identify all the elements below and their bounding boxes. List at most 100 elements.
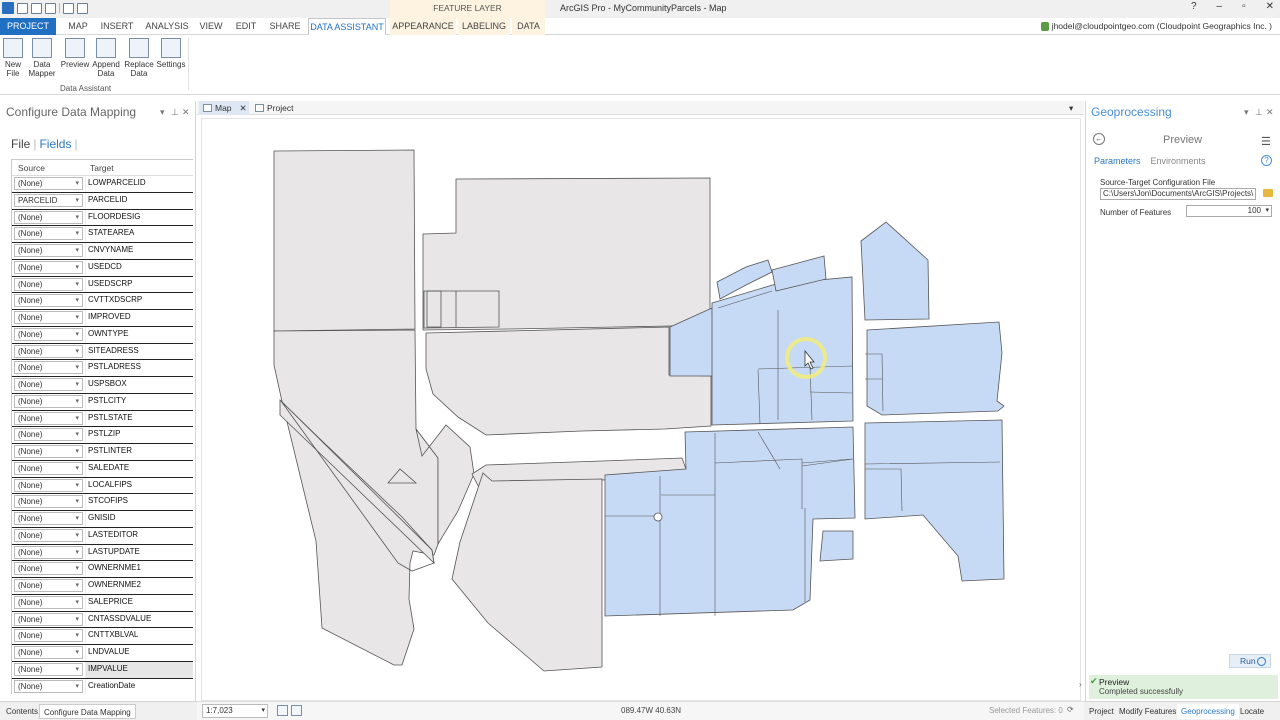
source-field-dropdown[interactable]: (None)	[14, 528, 83, 542]
mapping-row[interactable]: (None) CreationDate	[12, 678, 193, 694]
close-tab-icon[interactable]: ✕	[240, 103, 247, 113]
open-project-icon[interactable]	[31, 2, 42, 14]
mapping-row[interactable]: (None) IMPROVED	[12, 310, 193, 327]
minimize-icon[interactable]: –	[1217, 1, 1223, 12]
tab-project[interactable]: PROJECT	[0, 18, 56, 35]
browse-folder-icon[interactable]	[1263, 189, 1273, 197]
mapping-row[interactable]: (None) CNTTXBLVAL	[12, 628, 193, 645]
parcel[interactable]	[451, 472, 603, 672]
source-field-dropdown[interactable]: (None)	[14, 679, 83, 693]
mapping-row[interactable]: (None) GNISID	[12, 511, 193, 528]
append-data-button[interactable]: Append Data	[91, 38, 121, 78]
mapping-row[interactable]: (None) PSTLZIP	[12, 427, 193, 444]
source-field-dropdown[interactable]: (None)	[14, 478, 83, 492]
mapping-row[interactable]: (None) PSTLINTER	[12, 444, 193, 461]
refresh-icon[interactable]: ⟳	[1067, 705, 1078, 716]
source-field-dropdown[interactable]: (None)	[14, 579, 83, 592]
close-icon[interactable]: ✕	[1266, 1, 1274, 12]
new-file-button[interactable]: New File	[2, 38, 24, 78]
tab-analysis[interactable]: ANALYSIS	[143, 18, 191, 35]
chevron-down-icon[interactable]: ▾	[1265, 206, 1269, 216]
source-field-dropdown[interactable]: (None)	[14, 260, 83, 274]
run-button[interactable]: Run	[1229, 654, 1271, 668]
source-field-dropdown[interactable]: (None)	[14, 361, 83, 375]
source-field-dropdown[interactable]: (None)	[14, 294, 83, 308]
mapping-row[interactable]: (None) PSTLADRESS	[12, 360, 193, 377]
chevron-right-icon[interactable]: ›	[1079, 680, 1082, 689]
replace-data-button[interactable]: Replace Data	[124, 38, 154, 78]
mapping-row[interactable]: (None) CVTTXDSCRP	[12, 293, 193, 310]
tab-file[interactable]: File	[11, 137, 30, 151]
tab-project-pane[interactable]: Project	[1085, 704, 1118, 719]
tab-geoprocessing[interactable]: Geoprocessing	[1177, 704, 1239, 719]
source-field-dropdown[interactable]: (None)	[14, 595, 83, 609]
pane-close-icon[interactable]: ✕	[1266, 107, 1274, 118]
mapping-row[interactable]: PARCELID PARCELID	[12, 192, 193, 210]
pin-icon[interactable]: ⊥	[1255, 107, 1263, 118]
source-field-dropdown[interactable]: (None)	[14, 612, 83, 626]
mapping-row[interactable]: (None) OWNERNME2	[12, 578, 193, 595]
tab-share[interactable]: SHARE	[268, 18, 302, 35]
source-field-dropdown[interactable]: (None)	[14, 411, 83, 425]
source-field-dropdown[interactable]: (None)	[14, 210, 83, 224]
mapping-row[interactable]: (None) SALEDATE	[12, 460, 193, 478]
selected-parcel[interactable]	[860, 221, 930, 321]
menu-icon[interactable]: ☰	[1261, 135, 1271, 148]
tab-configure-data-mapping[interactable]: Configure Data Mapping	[39, 704, 136, 719]
source-field-dropdown[interactable]: PARCELID	[14, 193, 83, 207]
tab-contents[interactable]: Contents	[2, 704, 42, 719]
selected-parcel[interactable]	[604, 426, 856, 617]
source-field-dropdown[interactable]: (None)	[14, 344, 83, 358]
undo-icon[interactable]	[63, 2, 74, 14]
user-account[interactable]: jhodel@cloudpointgeo.com (Cloudpoint Geo…	[1040, 21, 1272, 31]
mapping-row[interactable]: (None) SITEADRESS	[12, 343, 193, 361]
tab-environments[interactable]: Environments	[1151, 156, 1206, 166]
save-icon[interactable]	[45, 2, 56, 14]
source-field-dropdown[interactable]: (None)	[14, 545, 83, 559]
mapping-row[interactable]: (None) PSTLSTATE	[12, 410, 193, 428]
source-field-dropdown[interactable]: (None)	[14, 327, 83, 341]
source-field-dropdown[interactable]: (None)	[14, 461, 83, 475]
source-field-dropdown[interactable]: (None)	[14, 227, 83, 241]
full-extent-icon[interactable]	[291, 705, 302, 716]
mapping-row[interactable]: (None) LASTEDITOR	[12, 527, 193, 545]
mapping-row[interactable]: (None) SALEPRICE	[12, 594, 193, 612]
back-icon[interactable]: ←	[1093, 133, 1105, 145]
mapping-row[interactable]: (None) PSTLCITY	[12, 393, 193, 411]
source-field-dropdown[interactable]: (None)	[14, 311, 83, 324]
tab-map-view[interactable]: Map ✕	[199, 101, 249, 115]
tab-map[interactable]: MAP	[63, 18, 93, 35]
new-project-icon[interactable]	[17, 2, 28, 14]
tab-parameters[interactable]: Parameters	[1094, 156, 1141, 166]
selected-parcel[interactable]	[864, 419, 1005, 582]
source-field-dropdown[interactable]: (None)	[14, 662, 83, 676]
mapping-row[interactable]: (None) LASTUPDATE	[12, 544, 193, 562]
selected-parcel[interactable]	[711, 276, 854, 426]
tab-data-assistant[interactable]: DATA ASSISTANT	[308, 18, 386, 35]
mapping-row[interactable]: (None) OWNERNME1	[12, 561, 193, 578]
redo-icon[interactable]	[77, 2, 88, 14]
source-field-dropdown[interactable]: (None)	[14, 244, 83, 257]
mapping-row[interactable]: (None) LOWPARCELID	[12, 176, 193, 193]
source-field-dropdown[interactable]: (None)	[14, 177, 83, 190]
data-mapper-button[interactable]: Data Mapper	[27, 38, 57, 78]
pane-options-icon[interactable]: ▾	[1244, 107, 1249, 118]
mapping-row[interactable]: (None) USPSBOX	[12, 377, 193, 394]
selected-parcel[interactable]	[819, 530, 854, 562]
mapping-row[interactable]: (None) STCOFIPS	[12, 494, 193, 511]
parcel[interactable]	[273, 329, 439, 666]
mapping-row[interactable]: (None) CNVYNAME	[12, 243, 193, 260]
scale-selector[interactable]: 1:7,023	[202, 704, 268, 718]
source-field-dropdown[interactable]: (None)	[14, 629, 83, 643]
settings-button[interactable]: Settings	[155, 38, 187, 69]
tab-edit[interactable]: EDIT	[232, 18, 260, 35]
mapping-row[interactable]: (None) LNDVALUE	[12, 645, 193, 662]
parcel[interactable]	[425, 326, 712, 436]
parcel[interactable]	[423, 290, 500, 329]
view-tabs-dropdown-icon[interactable]: ▾	[1067, 101, 1073, 115]
restore-icon[interactable]: ▫	[1242, 1, 1246, 12]
map-canvas[interactable]	[201, 118, 1081, 701]
source-field-dropdown[interactable]: (None)	[14, 428, 83, 442]
source-field-dropdown[interactable]: (None)	[14, 378, 83, 391]
tab-project-view[interactable]: Project	[251, 101, 299, 115]
